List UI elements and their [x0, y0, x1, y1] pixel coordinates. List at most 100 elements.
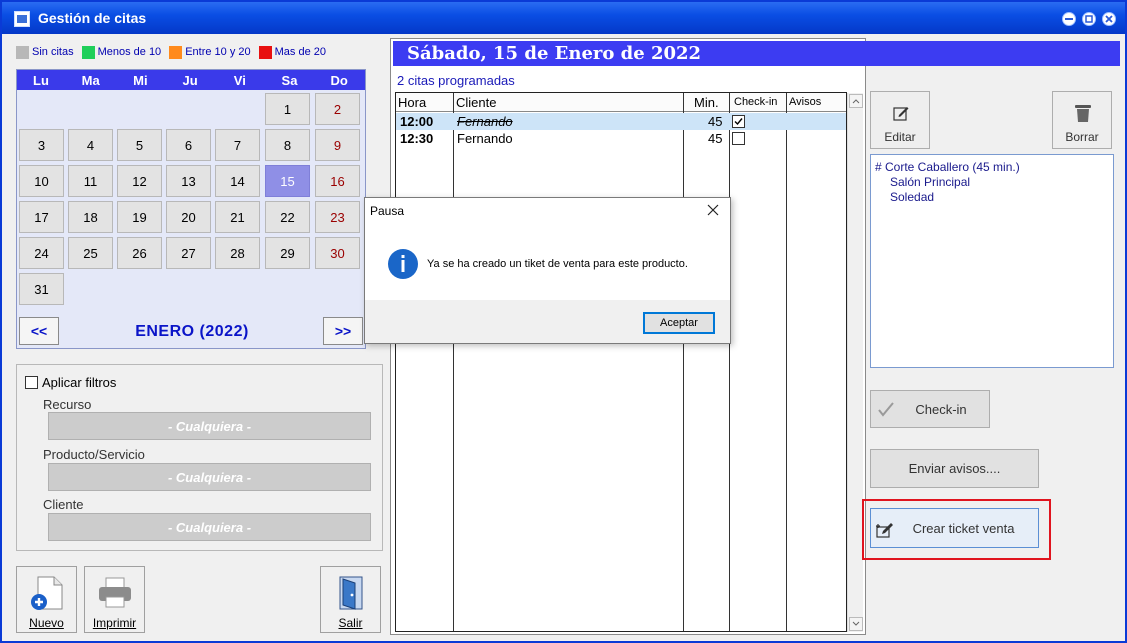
- new-document-icon: [31, 576, 63, 610]
- checkbox-box[interactable]: [25, 376, 38, 389]
- dialog-close-icon[interactable]: [704, 201, 722, 219]
- calendar-day[interactable]: 20: [166, 201, 211, 233]
- print-button-label: Imprimir: [92, 616, 137, 630]
- calendar-day[interactable]: 25: [68, 237, 113, 269]
- apply-filters-label: Aplicar filtros: [42, 375, 117, 390]
- column-header-time[interactable]: Hora: [396, 93, 453, 112]
- column-header-client[interactable]: Cliente: [454, 93, 683, 112]
- calendar-day[interactable]: 7: [215, 129, 260, 161]
- legend-label: Entre 10 y 20: [185, 46, 251, 58]
- checkin-checkbox[interactable]: [732, 115, 745, 128]
- weekday-label: Ma: [81, 73, 100, 88]
- calendar-day[interactable]: 13: [166, 165, 211, 197]
- date-header: Sábado, 15 de Enero de 2022: [393, 41, 1120, 66]
- product-select[interactable]: - Cualquiera -: [48, 463, 371, 491]
- check-icon: [734, 118, 743, 126]
- column-divider: [453, 93, 454, 631]
- calendar-day[interactable]: 2: [315, 93, 360, 125]
- calendar-day[interactable]: 21: [215, 201, 260, 233]
- dialog-body: Ya se ha creado un tiket de venta para e…: [365, 228, 730, 300]
- column-divider: [786, 93, 787, 631]
- calendar-day[interactable]: 8: [265, 129, 310, 161]
- appointments-count: 2 citas programadas: [397, 73, 515, 88]
- calendar-day[interactable]: 9: [315, 129, 360, 161]
- edit-button-label: Editar: [884, 130, 916, 144]
- restore-icon[interactable]: [1082, 12, 1096, 26]
- detail-location: Salón Principal: [890, 175, 971, 189]
- calendar-day[interactable]: 28: [215, 237, 260, 269]
- calendar-day[interactable]: 23: [315, 201, 360, 233]
- calendar-day[interactable]: 3: [19, 129, 64, 161]
- weekday-label: Sa: [281, 73, 298, 88]
- exit-button[interactable]: Salir: [320, 566, 381, 633]
- ok-button[interactable]: Aceptar: [643, 312, 715, 334]
- column-header-checkin[interactable]: Check-in: [730, 93, 786, 112]
- edit-button[interactable]: Editar: [870, 91, 930, 149]
- product-label: Producto/Servicio: [43, 447, 145, 462]
- calendar-day[interactable]: 15: [265, 165, 310, 197]
- legend-swatch: [81, 45, 95, 59]
- checkin-checkbox[interactable]: [732, 132, 745, 145]
- calendar-day[interactable]: 26: [117, 237, 162, 269]
- weekday-label: Vi: [233, 73, 246, 88]
- delete-button[interactable]: Borrar: [1052, 91, 1112, 149]
- calendar-day[interactable]: 31: [19, 273, 64, 305]
- legend: Sin citas Menos de 10 Entre 10 y 20 Mas de …: [16, 44, 334, 60]
- calendar: Lu Ma Mi Ju Vi Sa Do << ENERO (2022) >> 123456…: [16, 69, 366, 349]
- scroll-down-arrow[interactable]: [849, 617, 863, 631]
- vertical-scrollbar[interactable]: [847, 93, 863, 632]
- legend-label: Mas de 20: [274, 46, 326, 58]
- calendar-day[interactable]: 24: [19, 237, 64, 269]
- dialog-title: Pausa: [370, 204, 405, 218]
- next-month-button[interactable]: >>: [323, 317, 363, 345]
- resource-select[interactable]: - Cualquiera -: [48, 412, 371, 440]
- print-button[interactable]: Imprimir: [84, 566, 145, 633]
- checkin-button[interactable]: Check-in: [870, 390, 990, 428]
- calendar-day[interactable]: 10: [19, 165, 64, 197]
- close-icon[interactable]: [1102, 12, 1116, 26]
- weekday-label: Ju: [182, 73, 198, 88]
- appointments-table: Hora Cliente Min. Check-in Avisos 12:00 …: [395, 92, 847, 632]
- calendar-day[interactable]: 16: [315, 165, 360, 197]
- row-minutes: 45: [708, 114, 723, 129]
- calendar-day[interactable]: 30: [315, 237, 360, 269]
- calendar-day[interactable]: 14: [215, 165, 260, 197]
- apply-filters-checkbox[interactable]: Aplicar filtros: [25, 375, 116, 390]
- ticket-icon: [876, 523, 893, 538]
- client-select[interactable]: - Cualquiera -: [48, 513, 371, 541]
- legend-swatch: [169, 45, 183, 59]
- table-row[interactable]: 12:30 Fernando 45: [396, 130, 846, 147]
- calendar-weekdays: Lu Ma Mi Ju Vi Sa Do: [17, 70, 365, 90]
- calendar-day[interactable]: 5: [117, 129, 162, 161]
- scroll-up-arrow[interactable]: [849, 94, 863, 108]
- calendar-day[interactable]: 17: [19, 201, 64, 233]
- calendar-day[interactable]: 12: [117, 165, 162, 197]
- exit-button-label: Salir: [338, 616, 363, 630]
- calendar-day[interactable]: 18: [68, 201, 113, 233]
- table-row[interactable]: 12:00 Fernando 45: [396, 113, 846, 130]
- calendar-day[interactable]: 22: [265, 201, 310, 233]
- column-header-minutes[interactable]: Min.: [684, 93, 729, 112]
- checkmark-icon: [878, 402, 894, 417]
- trash-icon: [1075, 105, 1091, 122]
- calendar-day[interactable]: 11: [68, 165, 113, 197]
- create-ticket-label: Crear ticket venta: [912, 520, 1015, 536]
- app-icon: [14, 11, 30, 27]
- legend-item: Menos de 10: [81, 45, 161, 59]
- minimize-icon[interactable]: [1062, 12, 1076, 26]
- legend-item: Sin citas: [16, 45, 74, 59]
- calendar-day[interactable]: 1: [265, 93, 310, 125]
- send-alerts-button[interactable]: Enviar avisos....: [870, 449, 1039, 488]
- calendar-day[interactable]: 19: [117, 201, 162, 233]
- calendar-day[interactable]: 29: [265, 237, 310, 269]
- legend-swatch: [16, 45, 29, 59]
- new-button-label: Nuevo: [29, 616, 64, 630]
- column-header-alerts[interactable]: Avisos: [787, 93, 846, 112]
- new-button[interactable]: Nuevo: [16, 566, 77, 633]
- calendar-day[interactable]: 27: [166, 237, 211, 269]
- filters-panel: Aplicar filtros Recurso - Cualquiera - P…: [16, 364, 383, 551]
- calendar-day[interactable]: 4: [68, 129, 113, 161]
- prev-month-button[interactable]: <<: [19, 317, 59, 345]
- calendar-day[interactable]: 6: [166, 129, 211, 161]
- create-ticket-button[interactable]: Crear ticket venta: [870, 508, 1039, 548]
